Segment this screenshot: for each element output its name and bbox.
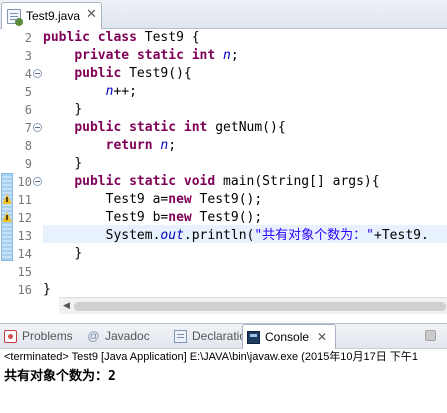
tab-javadoc[interactable]: @ Javadoc: [87, 324, 167, 349]
scroll-left-icon[interactable]: ◀: [61, 301, 72, 312]
tab-console[interactable]: Console ✕: [242, 324, 336, 349]
terminate-icon[interactable]: [425, 330, 436, 341]
editor-tab-title: Test9.java: [26, 9, 81, 23]
code-line: 5 n++;: [0, 83, 447, 101]
code-line: 2 public class Test9 {: [0, 29, 447, 47]
console-status-line: <terminated> Test9 [Java Application] E:…: [4, 351, 418, 363]
code-text: public static int getNum(){: [74, 120, 286, 135]
fold-toggle-icon[interactable]: [33, 177, 42, 186]
javadoc-icon: @: [87, 329, 100, 343]
code-line: 10 public static void main(String[] args…: [0, 173, 447, 191]
fold-toggle-icon[interactable]: [33, 69, 42, 78]
code-text: Test9 a=new Test9();: [105, 192, 263, 207]
code-text: }: [74, 156, 83, 171]
line-number: 3: [24, 49, 32, 63]
line-number: 4: [24, 67, 32, 81]
horizontal-scrollbar[interactable]: ◀: [59, 297, 447, 314]
code-text: Test9 b=new Test9();: [105, 210, 263, 225]
scrollbar-thumb[interactable]: [74, 302, 446, 311]
code-text: return n;: [105, 138, 177, 153]
code-line: 4 public Test9(){: [0, 65, 447, 83]
java-file-icon: [7, 9, 23, 26]
line-number: 12: [17, 211, 32, 225]
console-icon: [247, 331, 260, 344]
declaration-icon: [174, 330, 187, 343]
line-number: 9: [24, 157, 32, 171]
view-tab-bar: Problems @ Javadoc Declaration Console ✕: [0, 323, 447, 349]
code-line-current: 13 System.out.println("共有对象个数为："+Test9.: [0, 227, 447, 245]
line-number: 2: [24, 31, 32, 45]
code-text: System.out.println("共有对象个数为："+Test9.: [105, 228, 429, 243]
editor-tab-test9[interactable]: Test9.java ✕: [1, 2, 102, 29]
close-icon[interactable]: ✕: [317, 325, 327, 350]
line-number: 7: [24, 121, 32, 135]
code-line: 8 return n;: [0, 137, 447, 155]
code-text: public class Test9 {: [43, 30, 200, 45]
code-line: 3 private static int n;: [0, 47, 447, 65]
code-text: public Test9(){: [74, 66, 192, 81]
code-text: }: [74, 102, 83, 117]
code-line: 14 }: [0, 245, 447, 263]
code-line: 7 public static int getNum(){: [0, 119, 447, 137]
code-text: private static int n;: [74, 48, 239, 63]
line-number: 5: [24, 85, 32, 99]
line-number: 16: [17, 283, 32, 297]
code-text: n++;: [105, 84, 137, 99]
tab-declaration[interactable]: Declaration: [174, 324, 253, 349]
close-icon[interactable]: ✕: [86, 7, 97, 22]
tab-problems[interactable]: Problems: [4, 324, 82, 349]
code-line: 12 Test9 b=new Test9();: [0, 209, 447, 227]
problems-icon: [4, 330, 17, 343]
code-text: }: [74, 246, 83, 261]
code-line: 9 }: [0, 155, 447, 173]
code-text: }: [43, 282, 51, 297]
editor-tab-bar: Test9.java ✕: [0, 0, 447, 29]
code-editor[interactable]: 2 public class Test9 { 3 private static …: [0, 29, 447, 314]
code-line: 15: [0, 263, 447, 281]
line-number: 8: [24, 139, 32, 153]
fold-toggle-icon[interactable]: [33, 123, 42, 132]
code-text: public static void main(String[] args){: [74, 174, 380, 189]
code-line: 11 Test9 a=new Test9();: [0, 191, 447, 209]
line-number: 13: [17, 229, 32, 243]
line-number: 14: [17, 247, 32, 261]
line-number: 11: [17, 193, 32, 207]
line-number: 6: [24, 103, 32, 117]
console-output: 共有对象个数为：2: [4, 369, 116, 384]
line-number: 15: [17, 265, 32, 279]
code-line: 6 }: [0, 101, 447, 119]
line-number: 10: [17, 175, 32, 189]
